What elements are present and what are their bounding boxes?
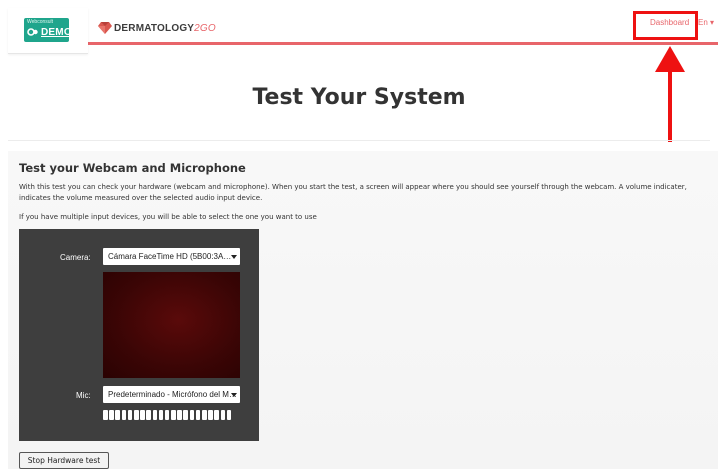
multi-devices-note: If you have multiple input devices, you …: [19, 213, 317, 221]
annotation-highlight-box: [633, 11, 698, 40]
gem-icon: [98, 22, 112, 34]
volume-meter-segment: [109, 410, 114, 420]
volume-meter-segment: [158, 410, 164, 420]
webcam-preview: [103, 272, 240, 378]
logo-container[interactable]: Webconsult DEMO: [8, 8, 88, 54]
volume-meter-segment: [121, 410, 127, 420]
logo-small-text: Webconsult: [27, 19, 54, 25]
volume-meter-segment: [214, 410, 219, 420]
page-title: Test Your System: [252, 85, 466, 110]
webconsult-logo-icon: [27, 28, 38, 36]
volume-meter-segment: [127, 410, 133, 420]
test-description: With this test you can check your hardwa…: [19, 183, 687, 202]
volume-meter-segment: [152, 410, 158, 420]
logo-demo-text: DEMO: [41, 27, 72, 38]
volume-meter-segment: [183, 410, 189, 420]
camera-label: Camera:: [60, 253, 91, 262]
volume-meter-segment: [171, 410, 176, 420]
volume-meter: [103, 410, 240, 420]
volume-meter-segment: [140, 410, 145, 420]
brand-suffix: 2GO: [194, 22, 216, 34]
camera-select[interactable]: Cámara FaceTime HD (5B00:3A…: [103, 248, 240, 265]
volume-meter-segment: [164, 410, 170, 420]
volume-meter-segment: [103, 410, 108, 420]
volume-meter-segment: [195, 410, 201, 420]
volume-meter-segment: [189, 410, 195, 420]
volume-meter-segment: [208, 410, 213, 420]
webconsult-logo[interactable]: Webconsult DEMO: [24, 18, 72, 42]
header-underline: [88, 42, 718, 45]
volume-meter-segment: [226, 410, 232, 420]
brand-logo[interactable]: DERMATOLOGY 2GO: [98, 21, 216, 35]
section-heading: Test your Webcam and Microphone: [19, 161, 246, 175]
volume-meter-segment: [133, 410, 139, 420]
camera-select-value: Cámara FaceTime HD (5B00:3A…: [108, 252, 232, 261]
brand-name: DERMATOLOGY: [114, 22, 195, 34]
language-dropdown[interactable]: En ▾: [698, 18, 714, 27]
mic-label: Mic:: [76, 391, 91, 400]
mic-select-value: Predeterminado - Micrófono del M…: [108, 390, 237, 399]
volume-meter-segment: [202, 410, 207, 420]
volume-meter-segment: [115, 410, 120, 420]
volume-meter-segment: [146, 410, 151, 420]
title-divider: [8, 140, 710, 141]
volume-meter-segment: [177, 410, 182, 420]
chevron-down-icon: [231, 393, 237, 397]
stop-hardware-test-button[interactable]: Stop Hardware test: [19, 452, 109, 469]
mic-select[interactable]: Predeterminado - Micrófono del M…: [103, 386, 240, 403]
volume-meter-segment: [220, 410, 226, 420]
chevron-down-icon: [231, 255, 237, 259]
